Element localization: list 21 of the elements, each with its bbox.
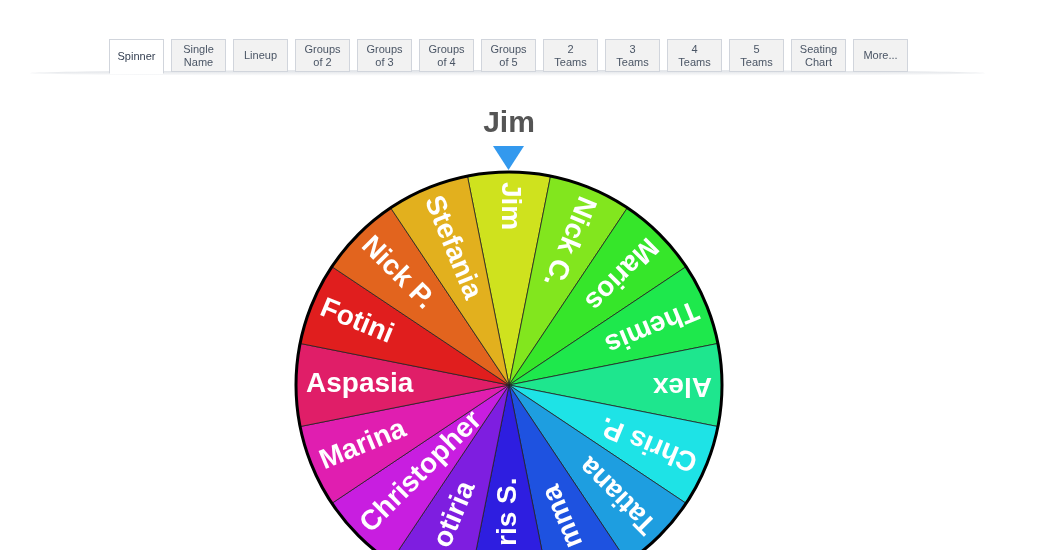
slice-label: Alex — [652, 371, 712, 403]
slice-label: Jim — [495, 182, 527, 231]
pointer-icon — [493, 146, 524, 170]
slice-label: ris S. — [491, 477, 523, 546]
tab[interactable]: 3 Teams — [605, 39, 660, 72]
result-label: Jim — [483, 105, 535, 138]
tab[interactable]: Single Name — [171, 39, 226, 72]
tab[interactable]: 5 Teams — [729, 39, 784, 72]
tab[interactable]: Groups of 4 — [419, 39, 474, 72]
tab[interactable]: 4 Teams — [667, 39, 722, 72]
tab[interactable]: Seating Chart — [791, 39, 846, 72]
tab[interactable]: Spinner — [109, 39, 164, 74]
tab[interactable]: Groups of 2 — [295, 39, 350, 72]
tab[interactable]: 2 Teams — [543, 39, 598, 72]
slice-label: mma — [534, 480, 589, 550]
slice-label: Fotini — [316, 291, 399, 349]
tab[interactable]: More... — [853, 39, 908, 72]
tab[interactable]: Groups of 3 — [357, 39, 412, 72]
tab[interactable]: Groups of 5 — [481, 39, 536, 72]
slice-label: Aspasia — [306, 367, 414, 399]
tab[interactable]: Lineup — [233, 39, 288, 72]
